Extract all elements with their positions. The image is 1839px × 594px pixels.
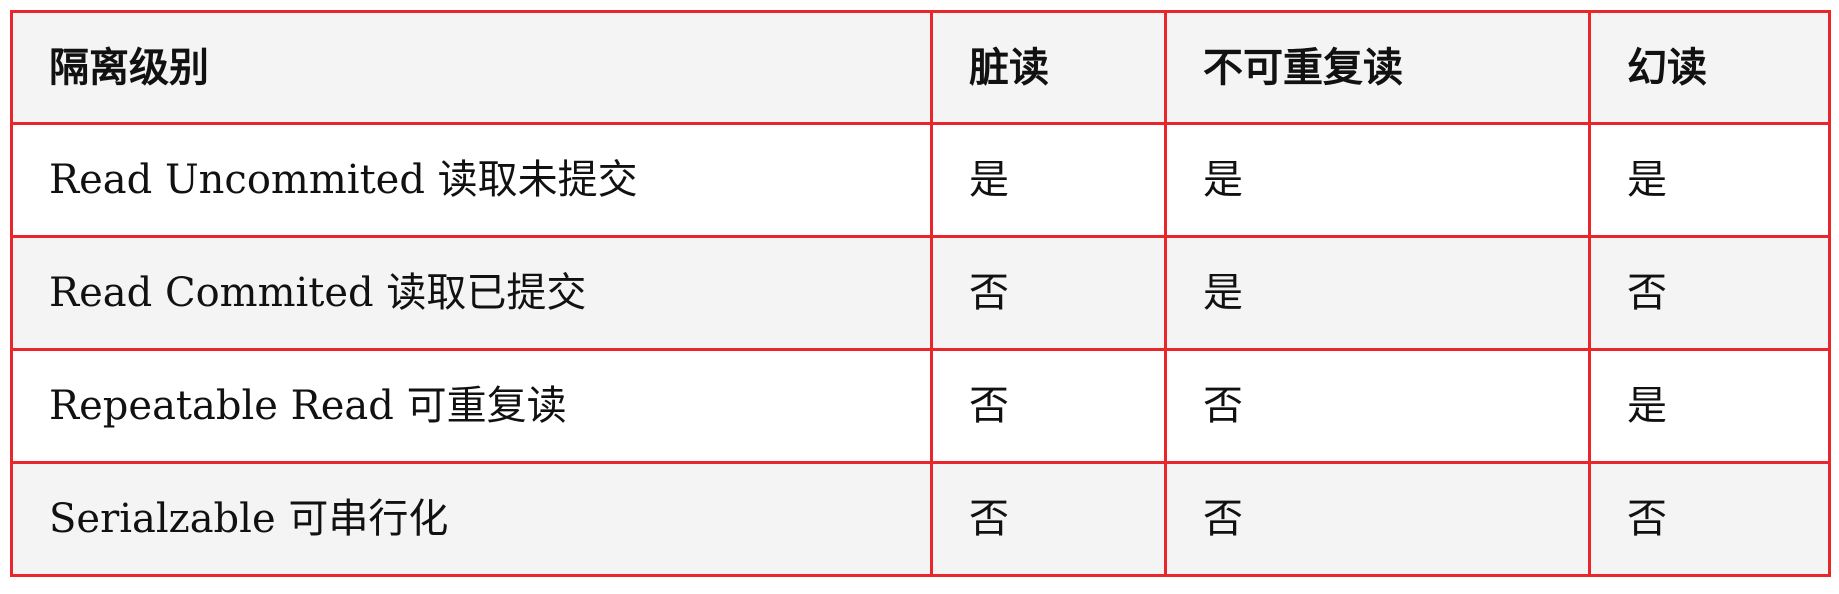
table-header-row: 隔离级别 脏读 不可重复读 幻读 bbox=[10, 10, 1831, 125]
cell-non-repeatable-read: 否 bbox=[1164, 348, 1591, 464]
header-non-repeatable-read: 不可重复读 bbox=[1164, 10, 1591, 125]
cell-isolation-level: Serialzable 可串行化 bbox=[10, 461, 933, 577]
cell-isolation-level: Read Commited 读取已提交 bbox=[10, 235, 933, 351]
cell-isolation-level: Repeatable Read 可重复读 bbox=[10, 348, 933, 464]
cell-non-repeatable-read: 是 bbox=[1164, 122, 1591, 238]
isolation-level-table: 隔离级别 脏读 不可重复读 幻读 Read Uncommited 读取未提交 是… bbox=[10, 10, 1831, 577]
cell-phantom-read: 否 bbox=[1588, 461, 1831, 577]
cell-dirty-read: 否 bbox=[930, 235, 1167, 351]
cell-phantom-read: 是 bbox=[1588, 348, 1831, 464]
table-row: Read Commited 读取已提交 否 是 否 bbox=[10, 235, 1831, 351]
isolation-level-table-container: 隔离级别 脏读 不可重复读 幻读 Read Uncommited 读取未提交 是… bbox=[10, 10, 1831, 577]
cell-phantom-read: 是 bbox=[1588, 122, 1831, 238]
table-row: Read Uncommited 读取未提交 是 是 是 bbox=[10, 122, 1831, 238]
cell-phantom-read: 否 bbox=[1588, 235, 1831, 351]
cell-dirty-read: 否 bbox=[930, 461, 1167, 577]
cell-dirty-read: 是 bbox=[930, 122, 1167, 238]
table-row: Repeatable Read 可重复读 否 否 是 bbox=[10, 348, 1831, 464]
cell-non-repeatable-read: 否 bbox=[1164, 461, 1591, 577]
table-row: Serialzable 可串行化 否 否 否 bbox=[10, 461, 1831, 577]
cell-isolation-level: Read Uncommited 读取未提交 bbox=[10, 122, 933, 238]
cell-non-repeatable-read: 是 bbox=[1164, 235, 1591, 351]
header-phantom-read: 幻读 bbox=[1588, 10, 1831, 125]
header-isolation-level: 隔离级别 bbox=[10, 10, 933, 125]
header-dirty-read: 脏读 bbox=[930, 10, 1167, 125]
cell-dirty-read: 否 bbox=[930, 348, 1167, 464]
